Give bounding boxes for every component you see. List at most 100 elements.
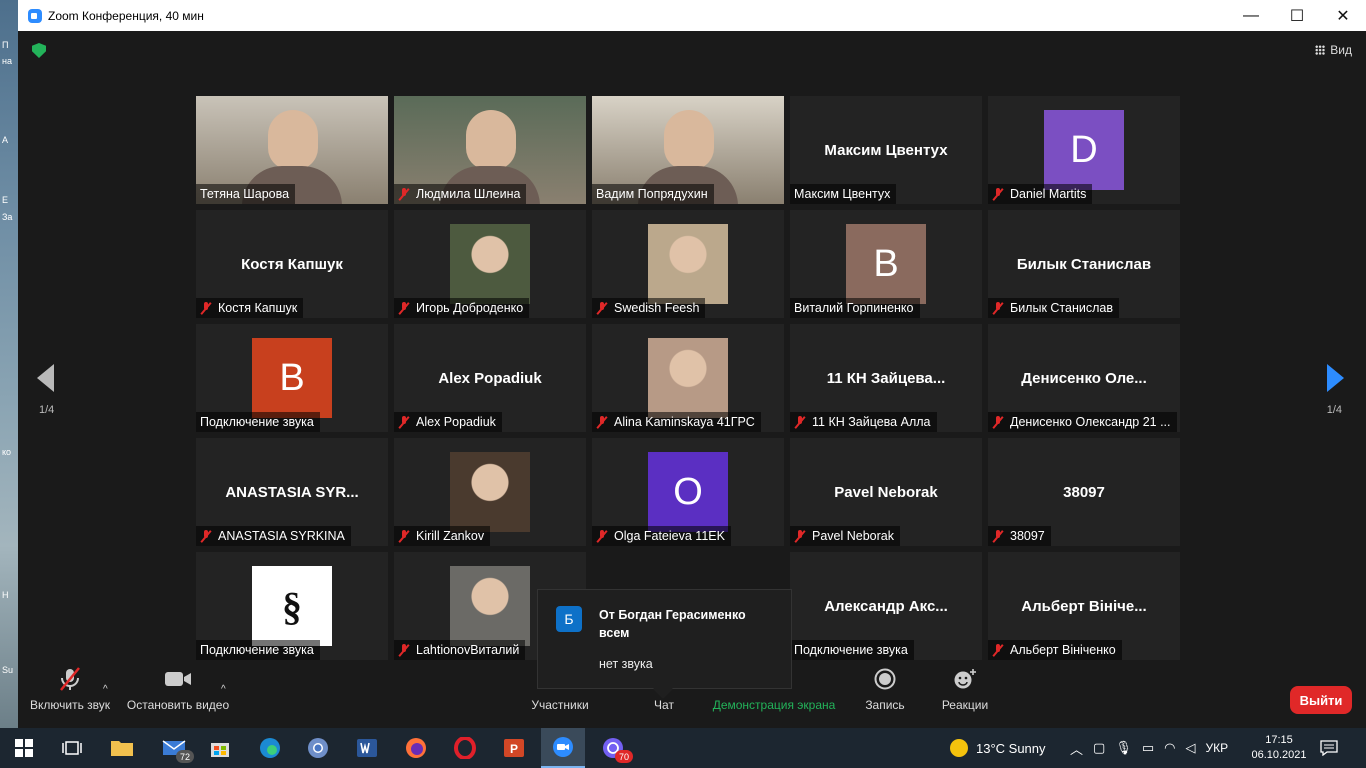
maximize-button[interactable]: ☐: [1274, 0, 1320, 31]
participant-tile[interactable]: ANASTASIA SYR... ANASTASIA SYRKINA: [196, 438, 388, 546]
close-button[interactable]: ✕: [1320, 0, 1366, 31]
unmute-button[interactable]: Включить звук: [28, 660, 112, 728]
store-taskbar[interactable]: [198, 728, 242, 768]
previous-page-arrow-icon[interactable]: [37, 364, 54, 392]
participant-tile[interactable]: Людмила Шлеина: [394, 96, 586, 204]
participant-name: Билык Станислав: [1010, 301, 1113, 315]
participant-tile[interactable]: Денисенко Оле... Денисенко Олександр 21 .…: [988, 324, 1180, 432]
participant-tile[interactable]: 11 КН Зайцева... 11 КН Зайцева Алла: [790, 324, 982, 432]
zoom-taskbar[interactable]: [541, 728, 585, 768]
participant-tile[interactable]: Kirill Zankov: [394, 438, 586, 546]
mail-taskbar[interactable]: 72: [152, 728, 196, 768]
participant-avatar: D: [1044, 110, 1124, 190]
desktop-text-fragment: Е: [2, 195, 9, 205]
participant-tile[interactable]: Pavel Neborak Pavel Neborak: [790, 438, 982, 546]
grid-view-icon: [1315, 45, 1326, 55]
meeting-area: Вид 1/4 1/4 Тетяна Шарова Людмила Шлеина В…: [18, 31, 1366, 699]
firefox-taskbar[interactable]: [394, 728, 438, 768]
participant-tile[interactable]: Билык Станислав Билык Станислав: [988, 210, 1180, 318]
clock[interactable]: 17:15 06.10.2021: [1251, 728, 1306, 768]
reactions-button[interactable]: Реакции: [937, 660, 993, 728]
viber-taskbar[interactable]: 70: [591, 728, 635, 768]
participant-name: Тетяна Шарова: [200, 187, 290, 201]
participant-tile[interactable]: D Daniel Martits: [988, 96, 1180, 204]
person-silhouette: [664, 110, 714, 170]
participant-label: Подключение звука: [790, 640, 914, 660]
edge-taskbar[interactable]: [248, 728, 292, 768]
desktop-text-fragment: П: [2, 40, 9, 50]
reactions-smiley-icon: [954, 669, 976, 689]
opera-icon: [454, 737, 476, 759]
stop-video-button[interactable]: Остановить видео: [127, 660, 229, 728]
desktop-text-fragment: Su: [2, 665, 14, 675]
participant-tile[interactable]: Alex Popadiuk Alex Popadiuk: [394, 324, 586, 432]
view-label: Вид: [1330, 43, 1352, 57]
notification-center-icon: [1320, 740, 1338, 756]
audio-options-caret-icon[interactable]: ^: [103, 684, 108, 695]
participant-label: Денисенко Олександр 21 ...: [988, 412, 1177, 432]
person-silhouette: [268, 110, 318, 170]
record-button[interactable]: Запись: [861, 660, 909, 728]
video-options-caret-icon[interactable]: ^: [221, 684, 226, 695]
muted-mic-icon: [794, 530, 806, 542]
participant-name-text: Альберт Вініче...: [1021, 597, 1147, 615]
meet-now-icon[interactable]: ▢: [1093, 740, 1105, 756]
participant-tile[interactable]: O Olga Fateieva 11EK: [592, 438, 784, 546]
muted-mic-icon: [992, 416, 1004, 428]
language-indicator[interactable]: УКР: [1205, 741, 1228, 755]
participant-tile[interactable]: В Виталий Горпиненко: [790, 210, 982, 318]
task-view-button[interactable]: [50, 728, 94, 768]
chat-sender: От Богдан Герасименко всем: [599, 608, 746, 640]
svg-text:P: P: [510, 742, 518, 756]
video-camera-icon: [165, 672, 191, 686]
participant-label: Alex Popadiuk: [394, 412, 502, 432]
page-indicator-left: 1/4: [39, 404, 55, 416]
participant-tile[interactable]: § Подключение звука: [196, 552, 388, 660]
participant-tile[interactable]: Александр Акс... Подключение звука: [790, 552, 982, 660]
record-icon: [874, 668, 896, 690]
minimize-button[interactable]: —: [1228, 0, 1274, 31]
participant-tile[interactable]: 38097 38097: [988, 438, 1180, 546]
participant-tile[interactable]: Тетяна Шарова: [196, 96, 388, 204]
muted-mic-icon: [398, 644, 410, 656]
participant-label: Людмила Шлеина: [394, 184, 527, 204]
participant-tile[interactable]: Swedish Feesh: [592, 210, 784, 318]
participant-tile[interactable]: Игорь Доброденко: [394, 210, 586, 318]
participant-label: Olga Fateieva 11EK: [592, 526, 731, 546]
title-bar[interactable]: Zoom Конференция, 40 мин — ☐ ✕: [18, 0, 1366, 31]
muted-mic-icon: [992, 302, 1004, 314]
next-page-arrow-icon[interactable]: [1327, 364, 1344, 392]
encryption-shield-icon[interactable]: [32, 43, 46, 58]
volume-icon[interactable]: ◁: [1185, 740, 1195, 756]
view-button[interactable]: Вид: [1315, 43, 1352, 57]
participant-name-text: 38097: [1063, 483, 1105, 501]
participant-profile-photo: [450, 452, 530, 532]
word-taskbar[interactable]: [345, 728, 389, 768]
notifications-button[interactable]: [1320, 728, 1338, 768]
participant-profile-photo: [450, 566, 530, 646]
participant-name-text: Максим Цвентух: [824, 141, 948, 159]
show-hidden-icons-chevron-icon[interactable]: ︿: [1070, 739, 1083, 758]
participant-tile[interactable]: Альберт Вініче... Альберт Вініченко: [988, 552, 1180, 660]
participant-name: Alex Popadiuk: [416, 415, 496, 429]
chrome-taskbar[interactable]: [296, 728, 340, 768]
opera-taskbar[interactable]: [443, 728, 487, 768]
participant-tile[interactable]: Максим Цвентух Максим Цвентух: [790, 96, 982, 204]
battery-icon[interactable]: ▭: [1142, 740, 1154, 756]
participant-tile[interactable]: Костя Капшук Костя Капшук: [196, 210, 388, 318]
powerpoint-taskbar[interactable]: P: [492, 728, 536, 768]
participant-name-text: Костя Капшук: [241, 255, 343, 273]
file-explorer-taskbar[interactable]: [100, 728, 144, 768]
chat-notification-popup[interactable]: Б От Богдан Герасименко всем нет звука: [537, 589, 792, 699]
microphone-tray-icon[interactable]: 🎙: [1115, 740, 1132, 756]
folder-icon: [111, 741, 133, 756]
wifi-icon[interactable]: ◠: [1164, 740, 1175, 756]
start-button[interactable]: [2, 728, 46, 768]
person-silhouette: [466, 110, 516, 170]
participant-name-text: Денисенко Оле...: [1021, 369, 1147, 387]
participant-tile[interactable]: В Подключение звука: [196, 324, 388, 432]
participant-tile[interactable]: Alina Kaminskaya 41ГРС: [592, 324, 784, 432]
weather-widget[interactable]: 13°C Sunny: [950, 728, 1046, 768]
participant-tile[interactable]: Вадим Попрядухин: [592, 96, 784, 204]
leave-meeting-button[interactable]: Выйти: [1290, 686, 1352, 714]
